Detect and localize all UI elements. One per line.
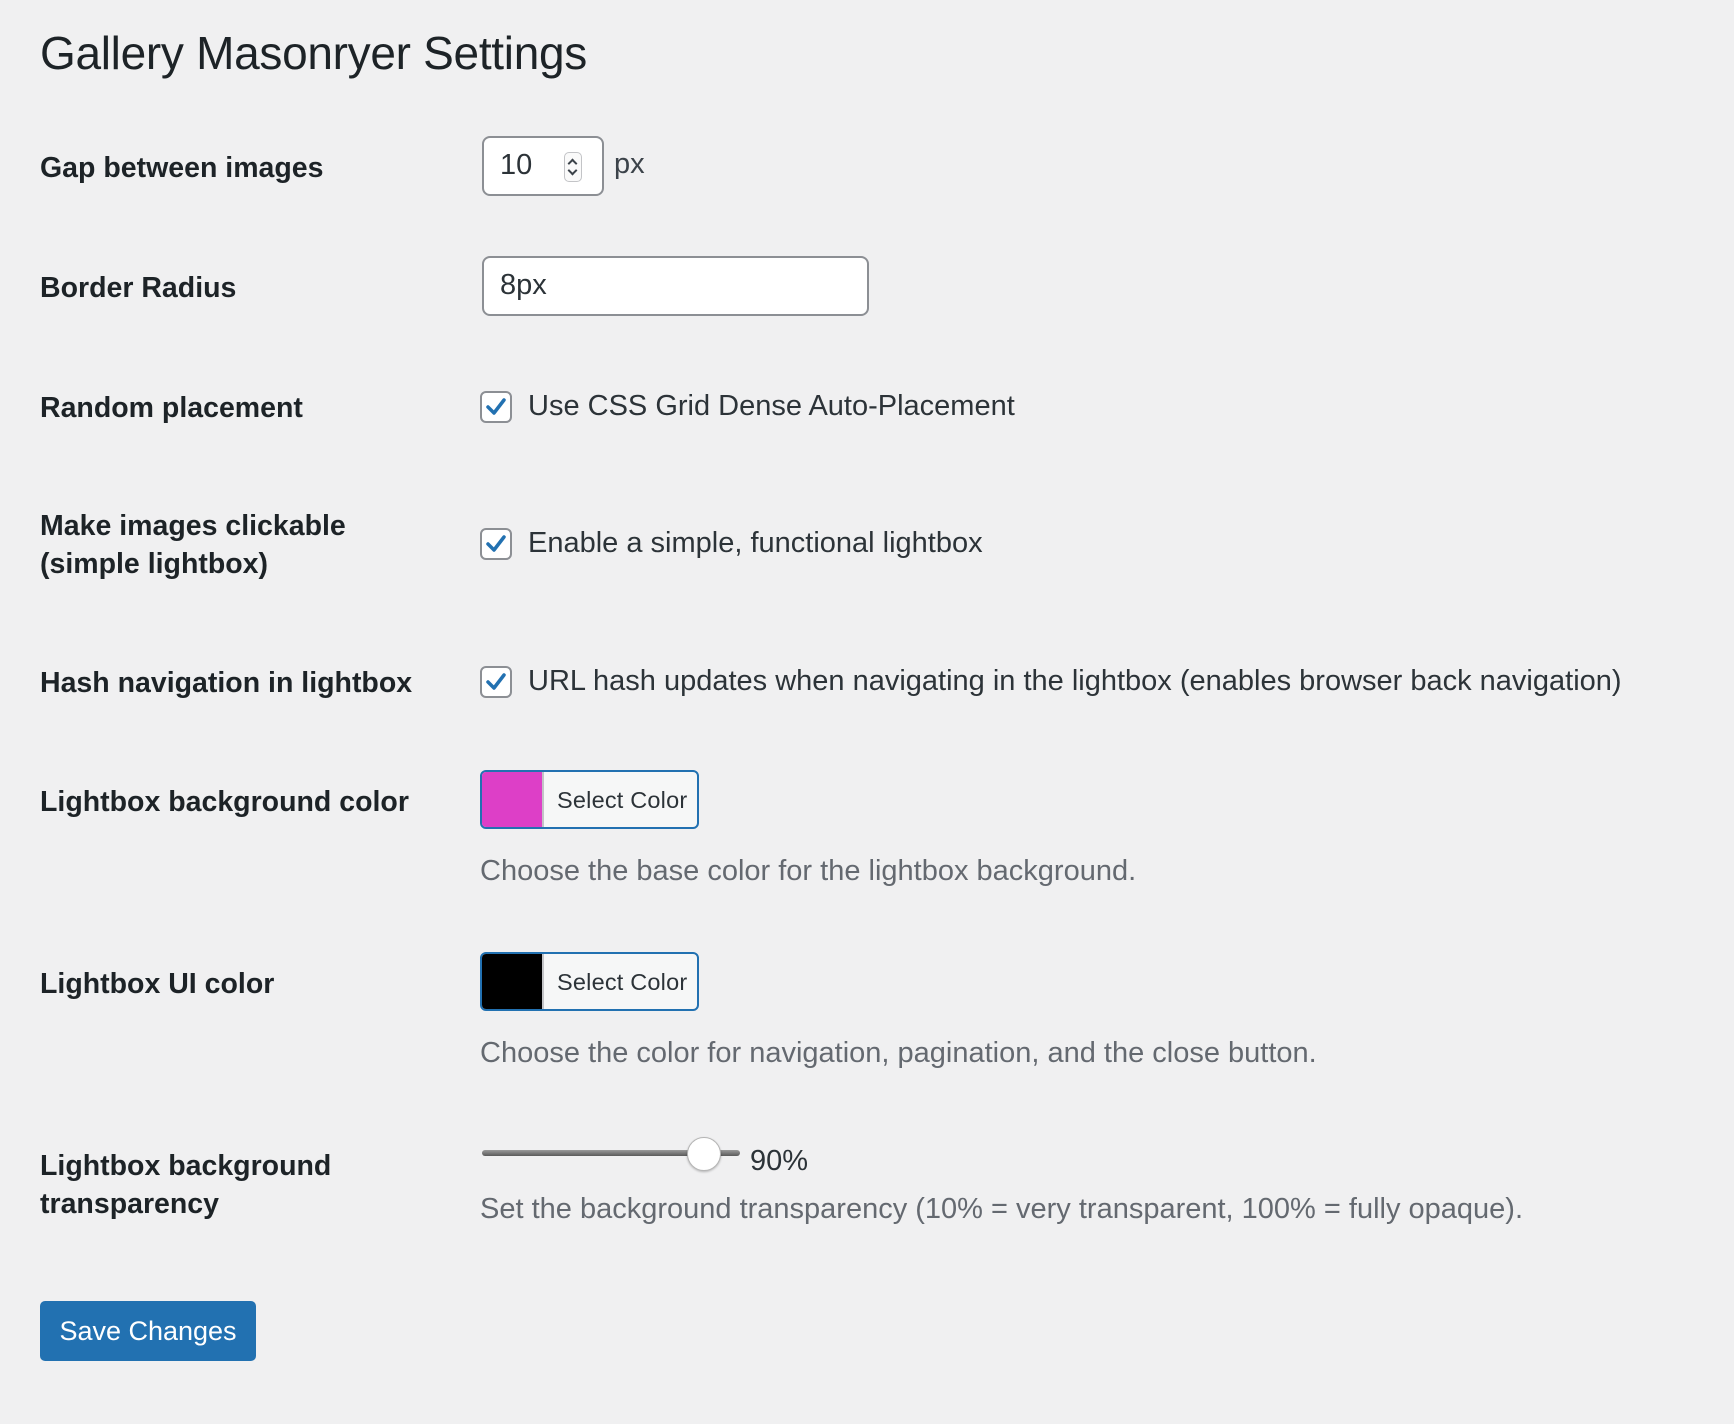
bg-color-button-label: Select Color xyxy=(557,787,688,813)
ui-color-swatch xyxy=(482,954,544,1009)
random-placement-checkbox-label[interactable]: Use CSS Grid Dense Auto-Placement xyxy=(528,390,1015,423)
checkmark-icon xyxy=(486,535,506,552)
transparency-slider-thumb[interactable] xyxy=(687,1137,722,1171)
bg-color-select-button[interactable]: Select Color xyxy=(480,770,699,829)
bg-color-swatch xyxy=(482,772,544,827)
ui-color-select-button[interactable]: Select Color xyxy=(480,952,699,1011)
bg-color-description: Choose the base color for the lightbox b… xyxy=(480,855,1137,887)
page-title: Gallery Masonryer Settings xyxy=(40,27,587,79)
random-placement-label: Random placement xyxy=(40,392,303,424)
spinner-icon[interactable] xyxy=(564,152,582,182)
hash-nav-checkbox[interactable] xyxy=(480,666,512,698)
hash-nav-checkbox-label[interactable]: URL hash updates when navigating in the … xyxy=(528,665,1622,698)
transparency-label-line2: transparency xyxy=(40,1188,220,1220)
checkmark-icon xyxy=(486,673,506,690)
transparency-value: 90% xyxy=(750,1145,809,1177)
save-changes-button[interactable]: Save Changes xyxy=(40,1301,256,1361)
ui-color-button-label: Select Color xyxy=(557,969,688,995)
clickable-checkbox-label[interactable]: Enable a simple, functional lightbox xyxy=(528,527,983,560)
gap-label: Gap between images xyxy=(40,152,324,184)
border-radius-label: Border Radius xyxy=(40,272,237,304)
transparency-label: Lightbox background transparency xyxy=(40,1147,440,1223)
hash-nav-label: Hash navigation in lightbox xyxy=(40,667,413,699)
clickable-label-line2: (simple lightbox) xyxy=(40,548,268,580)
clickable-label: Make images clickable (simple lightbox) xyxy=(40,507,440,583)
random-placement-checkbox[interactable] xyxy=(480,391,512,423)
gap-unit: px xyxy=(614,148,645,180)
ui-color-label: Lightbox UI color xyxy=(40,968,275,1000)
transparency-description: Set the background transparency (10% = v… xyxy=(480,1193,1524,1225)
ui-color-description: Choose the color for navigation, paginat… xyxy=(480,1037,1317,1069)
border-radius-input[interactable]: 8px xyxy=(482,256,869,316)
gap-value: 10 xyxy=(500,149,533,181)
bg-color-label: Lightbox background color xyxy=(40,786,409,818)
clickable-checkbox[interactable] xyxy=(480,528,512,560)
gap-number-input[interactable]: 10 xyxy=(482,136,604,196)
checkmark-icon xyxy=(486,398,506,415)
transparency-label-line1: Lightbox background xyxy=(40,1150,332,1182)
border-radius-value: 8px xyxy=(500,269,547,301)
clickable-label-line1: Make images clickable xyxy=(40,510,346,542)
